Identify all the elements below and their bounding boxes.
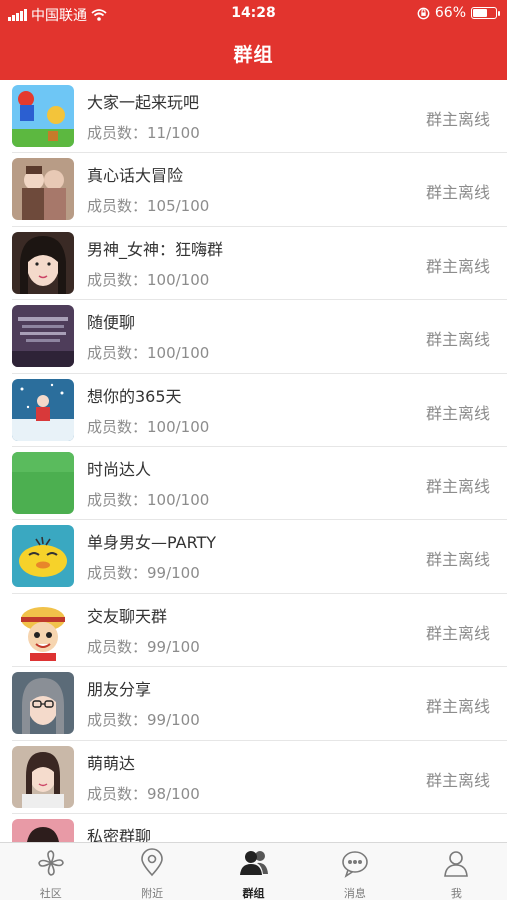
location-pin-icon bbox=[137, 848, 167, 882]
owner-status: 群主离线 bbox=[425, 256, 490, 276]
status-bar: 中国联通 14:28 66% bbox=[0, 0, 507, 28]
group-member-count: 成员数：11/100 bbox=[87, 124, 200, 142]
owner-status: 群主离线 bbox=[425, 623, 490, 643]
snow-scene-avatar bbox=[12, 378, 74, 441]
status-right: 66% bbox=[417, 5, 500, 21]
group-row[interactable]: 私密群聊 bbox=[12, 814, 507, 842]
rotation-lock-icon bbox=[417, 7, 430, 19]
group-member-count: 成员数：99/100 bbox=[87, 711, 200, 730]
glasses-girl-avatar bbox=[12, 672, 74, 735]
tab-1[interactable]: 附近 bbox=[101, 843, 202, 900]
group-name: 大家一起来玩吧 bbox=[87, 93, 200, 112]
group-member-count: 成员数：99/100 bbox=[87, 564, 200, 583]
pinwheel-icon bbox=[36, 848, 66, 882]
group-member-count: 成员数：100/100 bbox=[87, 417, 210, 436]
tab-label: 消息 bbox=[343, 887, 366, 900]
group-name: 私密群聊 bbox=[87, 826, 152, 842]
owner-status: 群主离线 bbox=[425, 110, 490, 129]
group-people-icon bbox=[239, 848, 269, 882]
group-row[interactable]: 朋友分享成员数：99/100 群主离线 bbox=[12, 667, 507, 741]
owner-status: 群主离线 bbox=[425, 697, 490, 717]
group-row[interactable]: 男神_女神：狂嗨群 成员数：100/100 群主离线 bbox=[12, 227, 507, 301]
tab-label: 群组 bbox=[242, 887, 265, 900]
group-row[interactable]: 大家一起来玩吧 成员数：11/100 群主离线 bbox=[12, 80, 507, 154]
group-row[interactable]: 交友聊天群成员数：99/100 群主离线 bbox=[12, 594, 507, 668]
girl-portrait-avatar bbox=[12, 231, 74, 294]
group-member-count: 成员数：100/100 bbox=[87, 490, 210, 509]
friends-photo-avatar bbox=[12, 158, 74, 221]
tab-bar: 社区 附近 群组 消息 我 bbox=[0, 842, 507, 900]
tab-label: 我 bbox=[450, 887, 462, 900]
girl-photo-avatar bbox=[12, 745, 74, 808]
yellow-bird-avatar bbox=[12, 525, 74, 588]
group-row[interactable]: 随便聊成员数：100/100 群主离线 bbox=[12, 300, 507, 374]
group-row[interactable]: 真心话大冒险成员数：105/100 群主离线 bbox=[12, 153, 507, 227]
battery-icon bbox=[471, 7, 500, 19]
group-member-count: 成员数：99/100 bbox=[87, 637, 200, 656]
pink-girl-avatar bbox=[12, 818, 74, 842]
owner-status: 群主离线 bbox=[425, 550, 490, 570]
owner-status: 群主离线 bbox=[425, 476, 490, 496]
group-list: 大家一起来玩吧 成员数：11/100 群主离线 真心话大冒险 成员数：105/100 群主… bbox=[0, 80, 507, 842]
green-avatar bbox=[12, 451, 74, 514]
group-name: 男神_女神：狂嗨群 bbox=[87, 239, 224, 259]
group-name: 想你的365天 bbox=[87, 386, 182, 406]
tab-2[interactable]: 群组 bbox=[203, 843, 304, 900]
tab-0[interactable]: 社区 bbox=[0, 843, 101, 900]
battery-percent: 66% bbox=[434, 5, 466, 21]
group-member-count: 成员数：100/100 bbox=[87, 344, 210, 363]
purple-text-avatar bbox=[12, 305, 74, 368]
group-name: 真心话大冒险 bbox=[87, 166, 184, 186]
group-row[interactable]: 单身男女—PARTY 成员数：99/100 群主离线 bbox=[12, 520, 507, 594]
page-title: 群组 bbox=[233, 44, 274, 66]
owner-status: 群主离线 bbox=[425, 183, 490, 203]
owner-status: 群主离线 bbox=[425, 770, 490, 790]
group-name: 时尚达人 bbox=[87, 459, 152, 479]
tab-3[interactable]: 消息 bbox=[304, 843, 405, 900]
group-row[interactable]: 萌萌达成员数：98/100 群主离线 bbox=[12, 741, 507, 814]
owner-status: 群主离线 bbox=[425, 330, 490, 350]
chat-bubble-icon bbox=[340, 848, 370, 882]
game-avatar bbox=[12, 85, 74, 147]
group-name: 交友聊天群 bbox=[87, 606, 168, 626]
group-member-count: 成员数：105/100 bbox=[87, 197, 210, 216]
tab-label: 社区 bbox=[39, 887, 62, 900]
group-name: 朋友分享 bbox=[87, 680, 152, 700]
group-row[interactable]: 想你的365天成员数：100/100 群主离线 bbox=[12, 374, 507, 447]
group-member-count: 成员数：98/100 bbox=[87, 784, 200, 803]
owner-status: 群主离线 bbox=[425, 403, 490, 423]
tab-label: 附近 bbox=[141, 887, 164, 900]
group-member-count: 成员数：100/100 bbox=[87, 270, 210, 289]
group-name: 随便聊 bbox=[87, 313, 136, 333]
tab-4[interactable]: 我 bbox=[406, 843, 507, 900]
header: 中国联通 14:28 66% 群组 bbox=[0, 0, 507, 80]
cartoon-boy-avatar bbox=[12, 598, 74, 661]
group-row[interactable]: 时尚达人成员数：100/100 群主离线 bbox=[12, 447, 507, 521]
person-icon bbox=[441, 848, 471, 882]
group-name: 萌萌达 bbox=[87, 753, 136, 773]
group-name: 单身男女—PARTY bbox=[87, 533, 217, 553]
